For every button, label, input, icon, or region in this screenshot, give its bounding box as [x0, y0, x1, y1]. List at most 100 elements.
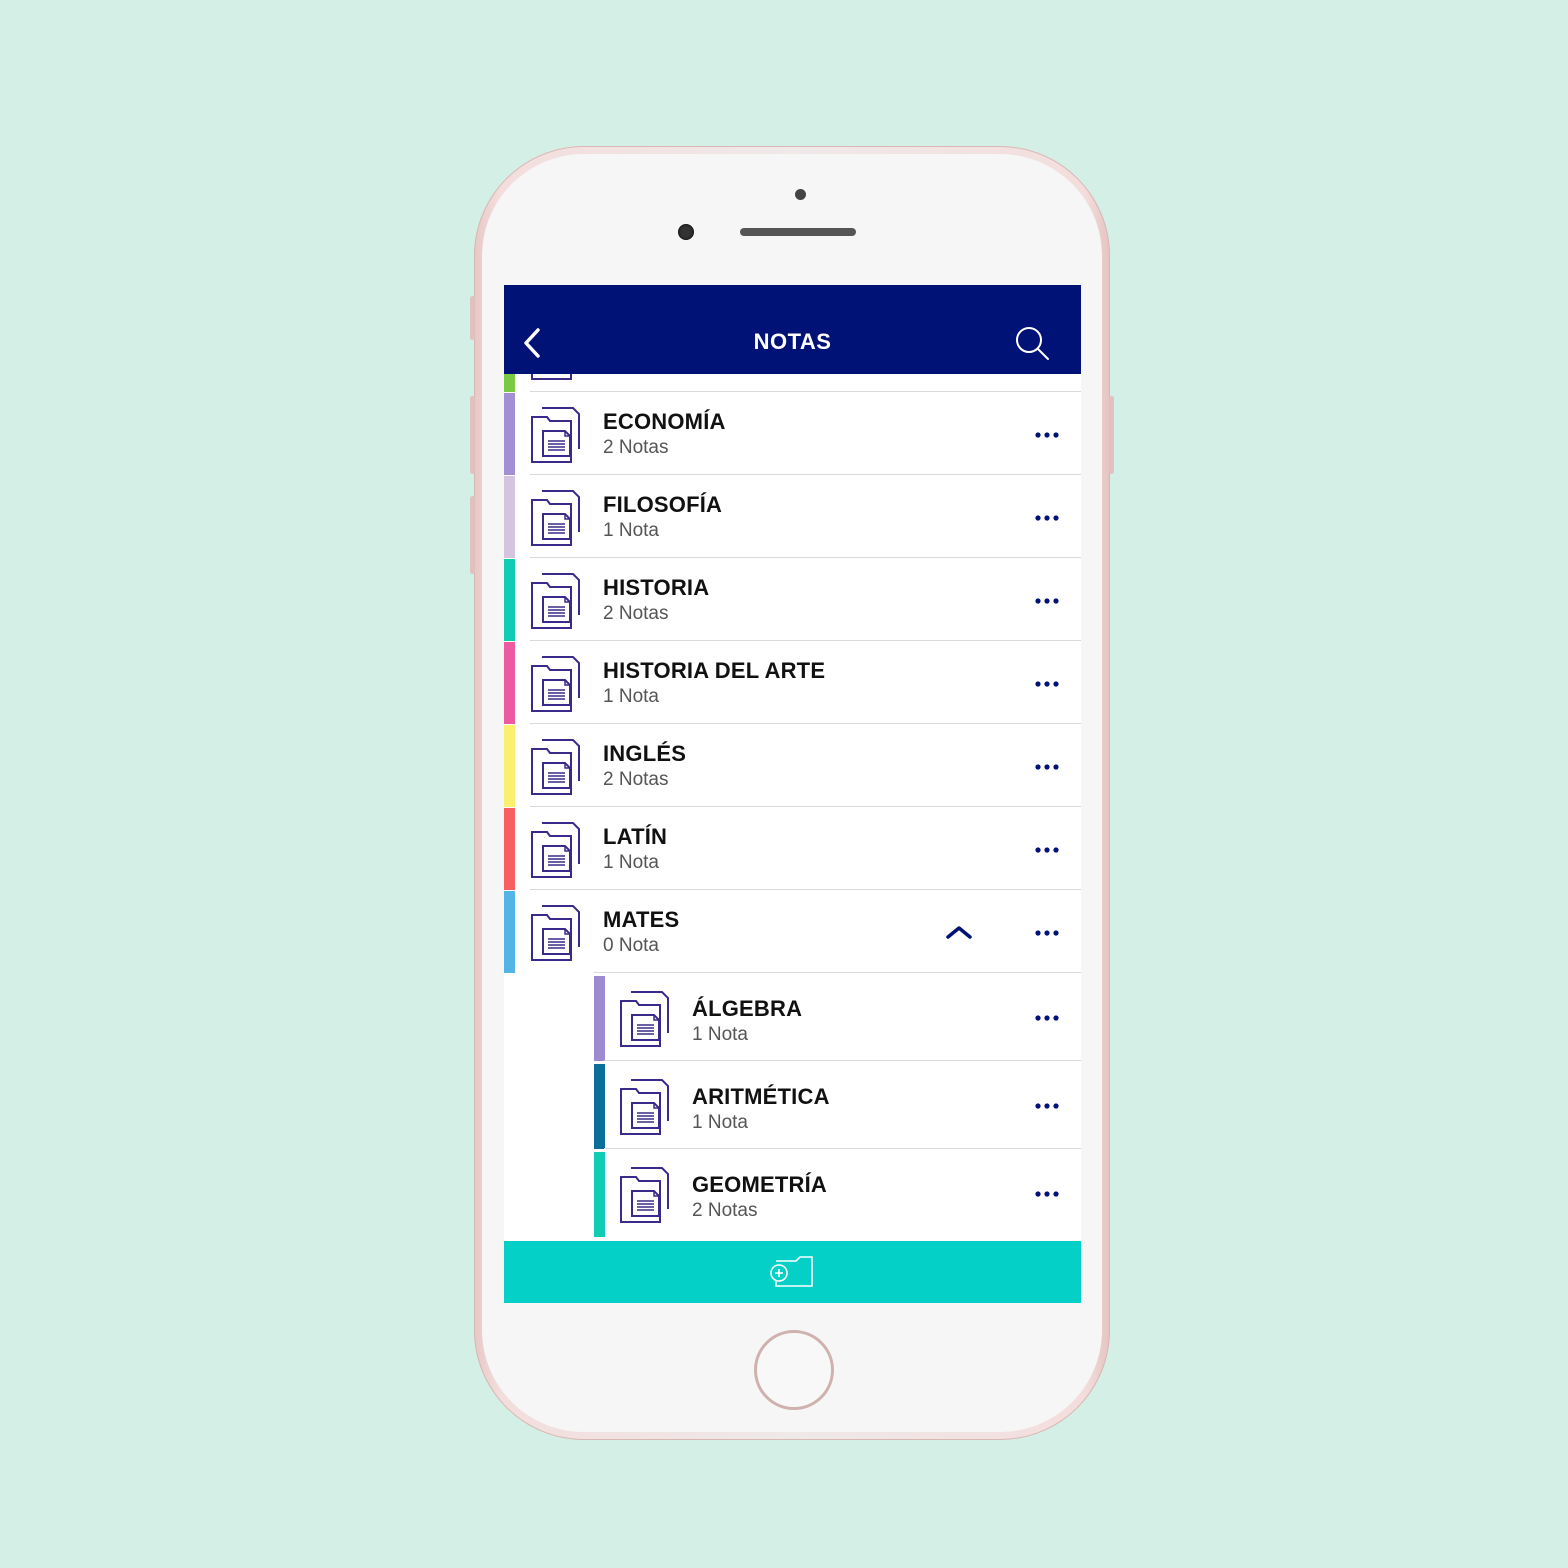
category-color-bar — [504, 393, 515, 475]
search-icon — [1016, 327, 1049, 360]
category-more-button[interactable] — [1029, 835, 1069, 865]
subcategory-more-button[interactable] — [1029, 1179, 1069, 1209]
category-row-5[interactable]: INGLÉS 2 Notas — [504, 725, 1081, 807]
folder-notes-icon — [531, 656, 580, 712]
category-name: FILOSOFÍA — [603, 492, 723, 517]
add-folder-icon — [770, 1256, 813, 1287]
category-name: INGLÉS — [603, 741, 687, 766]
category-color-bar — [504, 725, 515, 807]
folder-notes-icon — [531, 739, 580, 795]
category-row-7[interactable]: MATES 0 Nota — [504, 891, 1081, 973]
proximity-sensor — [678, 224, 694, 240]
bottom-action-bar — [504, 1241, 1081, 1303]
more-horizontal-icon — [1035, 1015, 1059, 1021]
category-more-button[interactable] — [1029, 669, 1069, 699]
row-divider — [530, 640, 1081, 641]
chevron-up-icon — [946, 926, 972, 939]
category-note-count: 2 Notas — [603, 437, 669, 458]
earpiece-speaker — [740, 228, 856, 236]
category-more-button[interactable] — [1029, 752, 1069, 782]
more-horizontal-icon — [1035, 432, 1059, 438]
subcategory-note-count: 2 Notas — [692, 1200, 758, 1221]
list-item-partial — [504, 374, 1081, 392]
add-folder-button[interactable] — [768, 1255, 816, 1289]
folder-notes-icon — [531, 573, 580, 629]
subcategory-color-bar — [594, 1064, 605, 1149]
more-horizontal-icon — [1035, 681, 1059, 687]
app-screen: NOTAS ECONOMÍA 2 Notas FILOSOFÍA 1 Nota … — [504, 285, 1081, 1303]
category-color-bar — [504, 642, 515, 724]
subcategory-row-3[interactable]: GEOMETRÍA 2 Notas — [594, 1152, 1081, 1237]
row-divider — [530, 474, 1081, 475]
volume-up-button — [470, 396, 475, 474]
category-note-count: 1 Nota — [603, 686, 659, 707]
more-horizontal-icon — [1035, 1103, 1059, 1109]
category-name: HISTORIA — [603, 575, 710, 600]
category-name: ECONOMÍA — [603, 409, 726, 434]
folder-notes-icon — [620, 991, 669, 1047]
category-row-6[interactable]: LATÍN 1 Nota — [504, 808, 1081, 890]
row-divider — [530, 889, 1081, 890]
category-name: HISTORIA DEL ARTE — [603, 658, 826, 683]
row-divider — [604, 1060, 1081, 1061]
folder-notes-icon — [531, 374, 572, 380]
row-divider — [530, 723, 1081, 724]
category-color-bar — [504, 891, 515, 973]
subcategory-note-count: 1 Nota — [692, 1112, 748, 1133]
category-color-bar — [504, 476, 515, 558]
more-horizontal-icon — [1035, 764, 1059, 770]
collapse-button[interactable] — [942, 921, 976, 945]
power-button — [1109, 396, 1114, 474]
navigation-bar: NOTAS — [504, 285, 1081, 374]
folder-notes-icon — [531, 490, 580, 546]
category-color-bar — [504, 559, 515, 641]
category-more-button[interactable] — [1029, 586, 1069, 616]
category-color-bar — [504, 374, 515, 392]
category-note-count: 1 Nota — [603, 520, 659, 541]
category-note-count: 0 Nota — [603, 935, 659, 956]
category-more-button[interactable] — [1029, 918, 1069, 948]
row-divider — [530, 806, 1081, 807]
volume-down-button — [470, 496, 475, 574]
category-name: LATÍN — [603, 824, 668, 849]
folder-notes-icon — [620, 1167, 669, 1223]
subcategory-name: GEOMETRÍA — [692, 1172, 828, 1197]
category-more-button[interactable] — [1029, 503, 1069, 533]
home-button[interactable] — [754, 1330, 834, 1410]
category-row-1[interactable]: ECONOMÍA 2 Notas — [504, 393, 1081, 475]
category-row-3[interactable]: HISTORIA 2 Notas — [504, 559, 1081, 641]
subcategory-more-button[interactable] — [1029, 1091, 1069, 1121]
mute-switch — [470, 296, 475, 340]
category-more-button[interactable] — [1029, 420, 1069, 450]
category-note-count: 1 Nota — [603, 852, 659, 873]
more-horizontal-icon — [1035, 847, 1059, 853]
category-name: MATES — [603, 907, 680, 932]
subcategory-row-1[interactable]: ÁLGEBRA 1 Nota — [594, 976, 1081, 1061]
category-note-count: 2 Notas — [603, 603, 669, 624]
more-horizontal-icon — [1035, 515, 1059, 521]
category-row-4[interactable]: HISTORIA DEL ARTE 1 Nota — [504, 642, 1081, 724]
folder-notes-icon — [531, 905, 580, 961]
subcategory-name: ARITMÉTICA — [692, 1084, 830, 1109]
folder-notes-icon — [620, 1079, 669, 1135]
more-horizontal-icon — [1035, 1191, 1059, 1197]
subcategory-row-2[interactable]: ARITMÉTICA 1 Nota — [594, 1064, 1081, 1149]
search-button[interactable] — [1012, 323, 1052, 363]
subcategory-color-bar — [594, 1152, 605, 1237]
subcategory-color-bar — [594, 976, 605, 1061]
folder-notes-icon — [531, 407, 580, 463]
subcategory-more-button[interactable] — [1029, 1003, 1069, 1033]
row-divider — [594, 972, 1081, 973]
folder-notes-icon — [531, 822, 580, 878]
category-color-bar — [504, 808, 515, 890]
category-list: ECONOMÍA 2 Notas FILOSOFÍA 1 Nota HISTOR… — [504, 374, 1081, 1241]
front-camera — [795, 189, 806, 200]
row-divider — [530, 557, 1081, 558]
subcategory-note-count: 1 Nota — [692, 1024, 748, 1045]
subcategory-name: ÁLGEBRA — [692, 996, 803, 1021]
more-horizontal-icon — [1035, 930, 1059, 936]
category-row-2[interactable]: FILOSOFÍA 1 Nota — [504, 476, 1081, 558]
category-note-count: 2 Notas — [603, 769, 669, 790]
more-horizontal-icon — [1035, 598, 1059, 604]
page-title: NOTAS — [753, 329, 832, 354]
